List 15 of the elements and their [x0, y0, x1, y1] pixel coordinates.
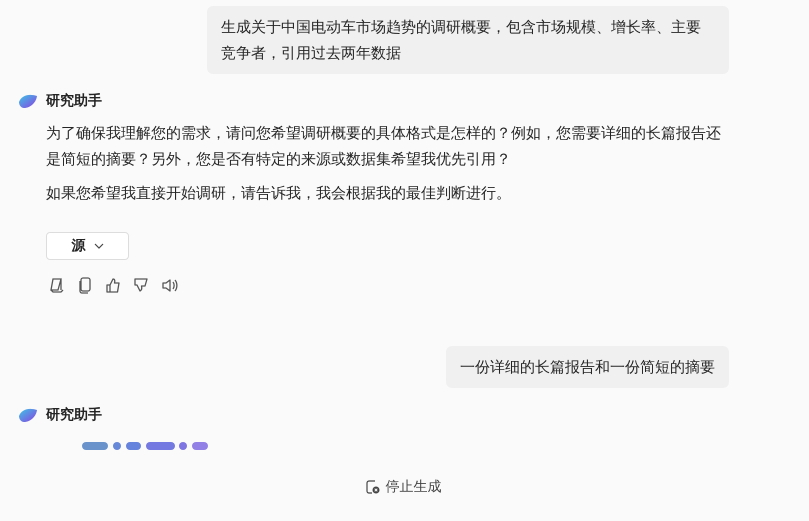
assistant-avatar-icon — [18, 93, 38, 109]
stop-icon — [366, 480, 380, 494]
user-message: 生成关于中国电动车市场趋势的调研概要，包含市场规模、增长率、主要竞争者，引用过去两年数据 — [207, 6, 729, 74]
thumbs-up-icon[interactable] — [104, 276, 122, 294]
assistant-name: 研究助手 — [46, 92, 102, 110]
thumbs-down-icon[interactable] — [132, 276, 150, 294]
notebook-icon[interactable] — [48, 276, 66, 294]
caret-icon — [94, 243, 104, 249]
sources-button[interactable]: 源 — [46, 232, 129, 260]
user-message: 一份详细的长篇报告和一份简短的摘要 — [446, 346, 729, 388]
message-paragraph: 如果您希望我直接开始调研，请告诉我，我会根据我的最佳判断进行。 — [46, 183, 512, 204]
assistant-name: 研究助手 — [46, 406, 102, 424]
assistant-avatar-icon — [18, 407, 38, 423]
stop-button[interactable]: 停止生成 — [364, 476, 444, 498]
message-paragraph: 为了确保我理解您的需求，请问您希望调研概要的具体格式是怎样的？例如，您需要详细的长篇报告还是简短的摘要？另外，您是否有特定的来源或数据集希望我优先引用？ — [46, 123, 722, 170]
